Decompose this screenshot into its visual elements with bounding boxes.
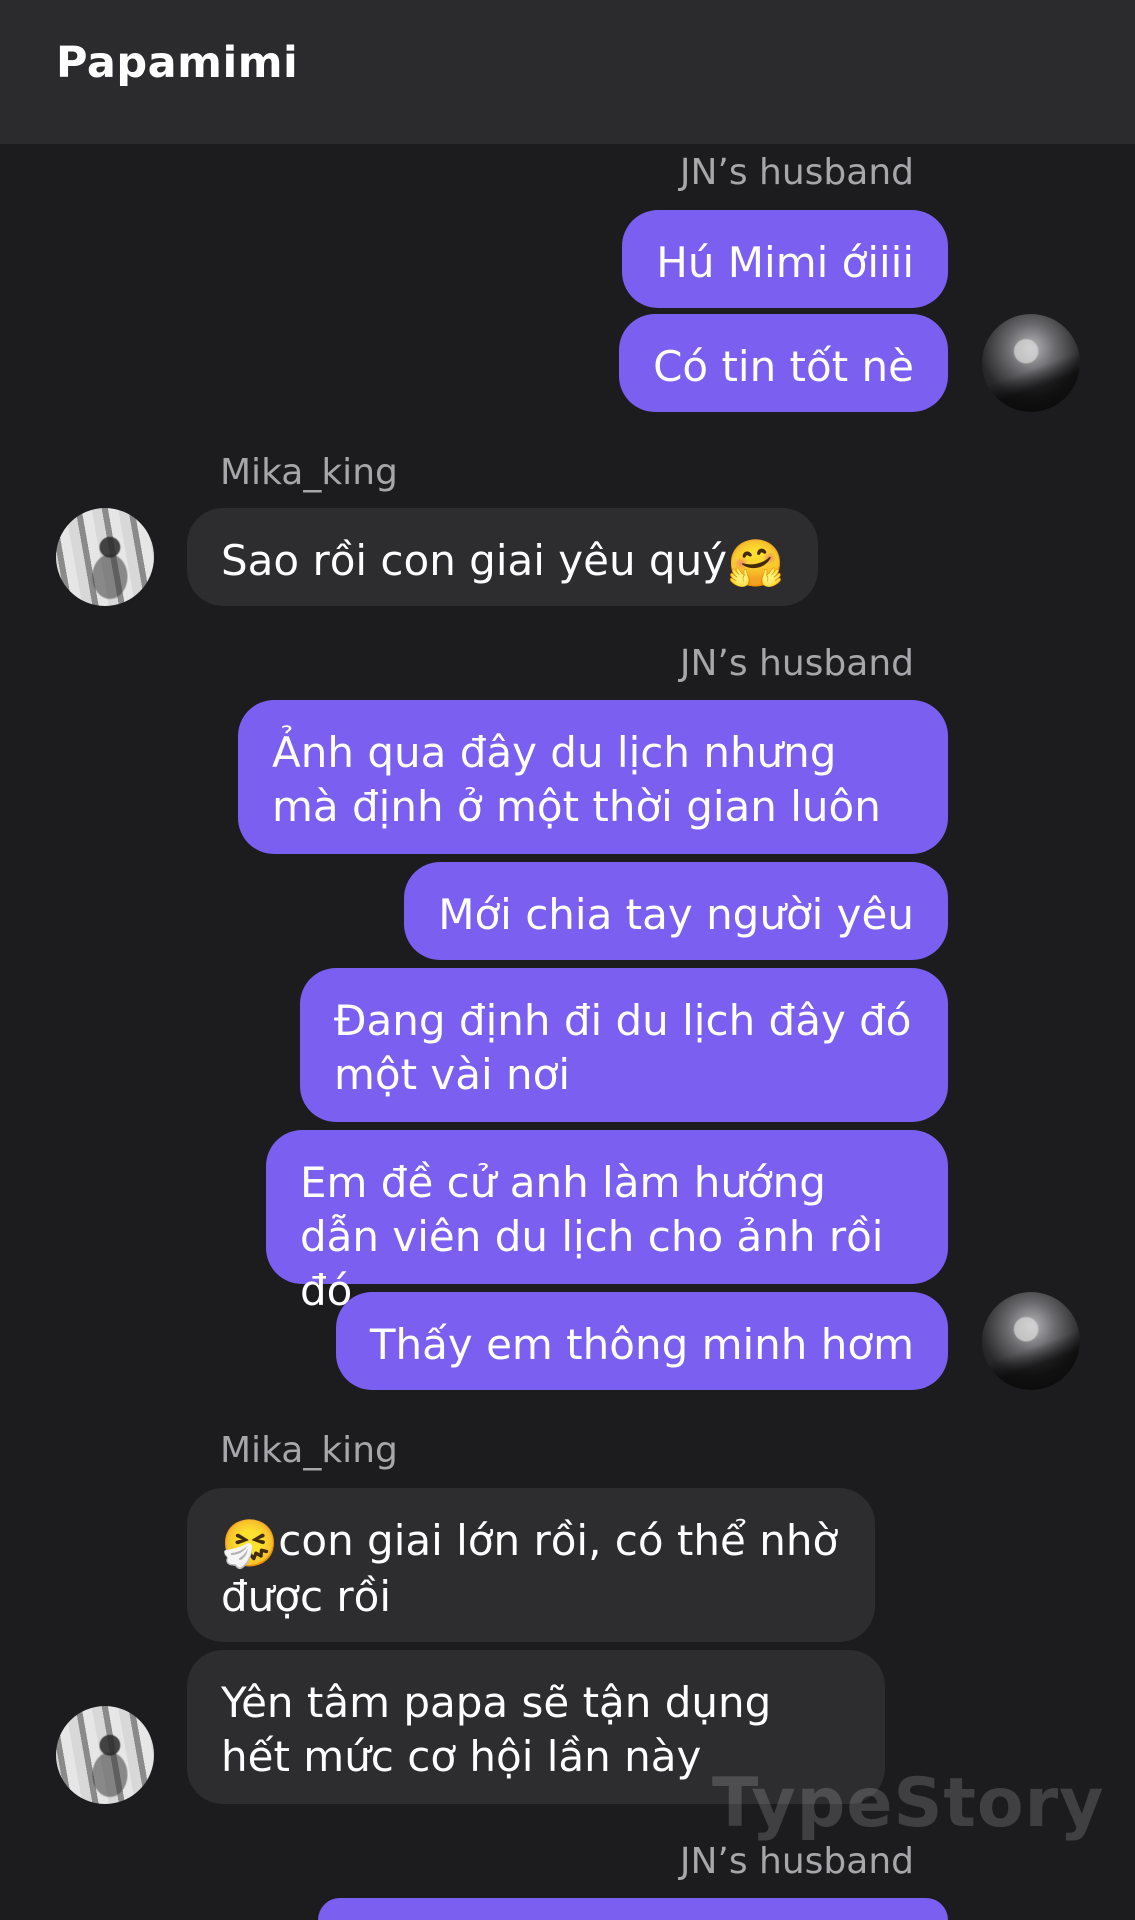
hugging-face-emoji: 🤗 (727, 536, 785, 590)
avatar-mika[interactable] (56, 508, 154, 606)
message-text: Đang định đi du lịch đây đó một vài nơi (334, 996, 912, 1099)
message-bubble-outgoing[interactable]: Mới chia tay người yêu (404, 862, 948, 960)
watermark-logo: TypeStory (712, 1764, 1105, 1843)
message-bubble-outgoing[interactable]: Thấy em thông minh hơm (335, 1292, 948, 1390)
chat-header: Papamimi (0, 0, 1135, 144)
sender-name: Mika_king (220, 452, 398, 493)
message-text: Hú Mimi ớiiii (656, 238, 914, 287)
message-bubble-outgoing[interactable]: Có tin tốt nè (619, 314, 948, 412)
message-bubble-outgoing[interactable]: Ảnh qua đây du lịch nhưng mà định ở một … (238, 700, 948, 854)
message-text: con giai lớn rồi, có thể nhờ được rồi (221, 1516, 839, 1621)
message-bubble-incoming[interactable]: Sao rồi con giai yêu quý🤗 (187, 508, 819, 606)
message-text: Thấy em thông minh hơm (369, 1320, 914, 1369)
sender-name: Mika_king (220, 1430, 398, 1471)
message-text: Ảnh qua đây du lịch nhưng mà định ở một … (272, 728, 881, 831)
message-text: Yên tâm papa sẽ tận dụng hết mức cơ hội … (221, 1678, 772, 1781)
sneezing-face-emoji: 🤧 (221, 1516, 279, 1570)
message-bubble-outgoing[interactable]: Đang định đi du lịch đây đó một vài nơi (300, 968, 948, 1122)
message-text: Mới chia tay người yêu (438, 890, 914, 939)
sender-name: JN’s husband (679, 643, 914, 684)
chat-title: Papamimi (56, 38, 299, 88)
message-bubble-outgoing[interactable]: Hú Mimi ớiiii (622, 210, 948, 308)
avatar-husband[interactable] (982, 314, 1080, 412)
message-text: Sao rồi con giai yêu quý (221, 536, 728, 585)
message-text: Có tin tốt nè (653, 342, 914, 391)
avatar-mika[interactable] (56, 1706, 154, 1804)
sender-name: JN’s husband (679, 152, 914, 193)
avatar-husband[interactable] (982, 1292, 1080, 1390)
message-bubble-outgoing[interactable]: Em đề cử anh làm hướng dẫn viên du lịch … (266, 1130, 948, 1315)
sender-name: JN’s husband (679, 1841, 914, 1882)
message-bubble-outgoing-partial[interactable] (318, 1898, 948, 1920)
message-bubble-incoming[interactable]: 🤧con giai lớn rồi, có thể nhờ được rồi (187, 1488, 875, 1642)
